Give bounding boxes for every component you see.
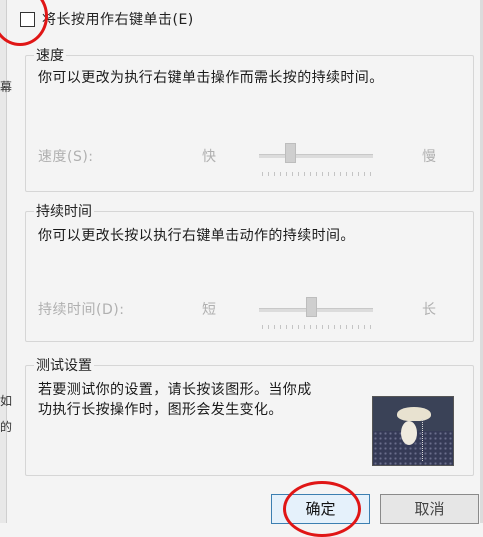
test-description-line1: 若要测试你的设置，请长按该图形。当你成 [38,382,312,398]
lamp-shade-icon [397,407,431,421]
speed-slider-track[interactable] [259,154,373,158]
duration-slider-label: 持续时间(D): [38,302,125,318]
duration-long-label: 长 [422,302,437,318]
cancel-button[interactable]: 取消 [380,494,479,524]
annotation-circle-checkbox [0,0,48,46]
duration-slider-thumb[interactable] [306,297,317,317]
duration-slider-ticks [262,325,372,329]
speed-slider-ticks [262,172,372,176]
long-press-checkbox-label[interactable]: 将长按用作右键单击(E) [42,9,194,29]
speed-group: 速度 你可以更改为执行右键单击操作而需长按的持续时间。 速度(S): 快 慢 [25,45,474,192]
speed-slider-thumb[interactable] [285,143,296,163]
duration-short-label: 短 [202,302,217,318]
lamp-bulb-icon [401,421,417,445]
speed-group-title: 速度 [34,45,66,65]
test-description-line2: 功执行长按操作时，图形会发生变化。 [38,402,283,418]
background-window-text: 如 [0,394,13,408]
speed-description: 你可以更改为执行右键单击操作而需长按的持续时间。 [38,70,384,86]
speed-slider-label: 速度(S): [38,149,94,165]
background-window-text: 的 [0,420,13,434]
test-group: 测试设置 若要测试你的设置，请长按该图形。当你成 功执行长按操作时，图形会发生变… [25,355,474,476]
duration-description: 你可以更改长按以执行右键单击动作的持续时间。 [38,228,355,244]
test-lamp-image[interactable] [372,396,454,466]
speed-fast-label: 快 [202,149,217,165]
annotation-circle-ok [283,481,361,537]
duration-group: 持续时间 你可以更改长按以执行右键单击动作的持续时间。 持续时间(D): 短 长 [25,201,474,342]
speed-slow-label: 慢 [422,149,437,165]
lamp-cord-icon [422,419,423,461]
test-group-title: 测试设置 [34,355,94,375]
background-window-text: 幕 [0,80,13,94]
duration-group-title: 持续时间 [34,201,94,221]
